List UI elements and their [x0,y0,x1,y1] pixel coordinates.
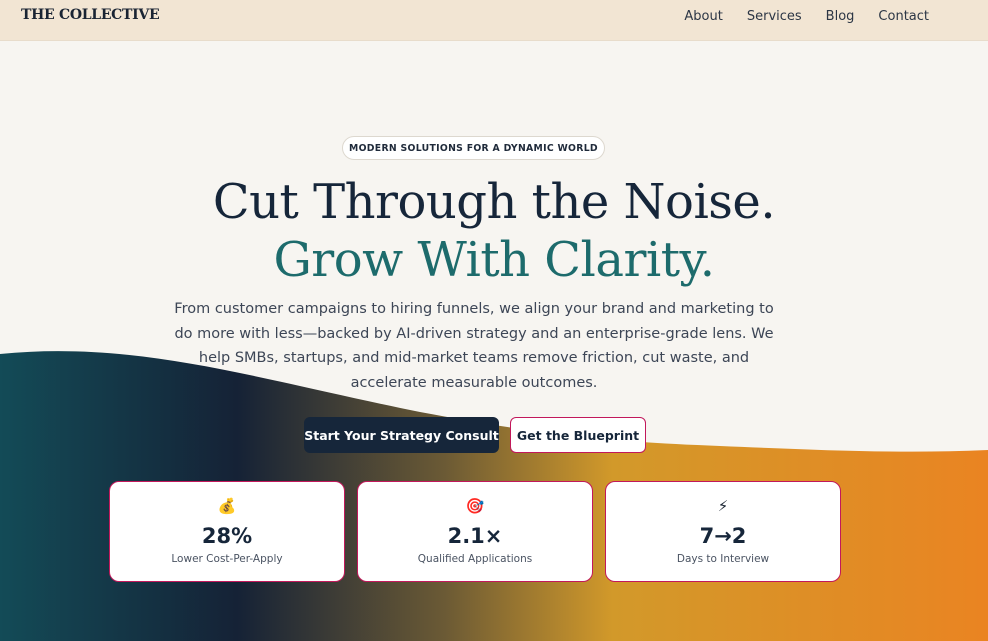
hero-headline-line1: Cut Through the Noise. [212,174,776,230]
nav-about[interactable]: About [684,9,722,24]
hero-description: From customer campaigns to hiring funnel… [174,301,774,392]
main-nav: About Services Blog Contact [684,9,929,24]
hero-headline-line2: Grow With Clarity. [273,232,715,288]
site-header: THE COLLECTIVE About Services Blog Conta… [0,0,988,41]
stat-card-cost: 💰 28% Lower Cost-Per-Apply [109,481,345,582]
money-bag-icon: 💰 [217,497,237,515]
stat-value: 2.1× [447,524,503,548]
nav-blog[interactable]: Blog [826,9,855,24]
lightning-icon: ⚡ [717,497,729,515]
stat-label: Days to Interview [676,553,770,565]
start-strategy-consult-button[interactable]: Start Your Strategy Consult [304,417,499,453]
stat-label: Qualified Applications [417,553,533,565]
stat-card-interview: ⚡ 7→2 Days to Interview [605,481,841,582]
hero-badge: MODERN SOLUTIONS FOR A DYNAMIC WORLD [342,136,605,160]
get-blueprint-button[interactable]: Get the Blueprint [510,417,646,453]
target-icon: 🎯 [465,497,485,515]
stat-card-applications: 🎯 2.1× Qualified Applications [357,481,593,582]
stat-value: 7→2 [699,524,747,548]
nav-contact[interactable]: Contact [878,9,929,24]
stat-label: Lower Cost-Per-Apply [171,553,283,565]
nav-services[interactable]: Services [747,9,802,24]
site-logo[interactable]: THE COLLECTIVE [21,7,160,23]
stat-value: 28% [201,524,253,548]
